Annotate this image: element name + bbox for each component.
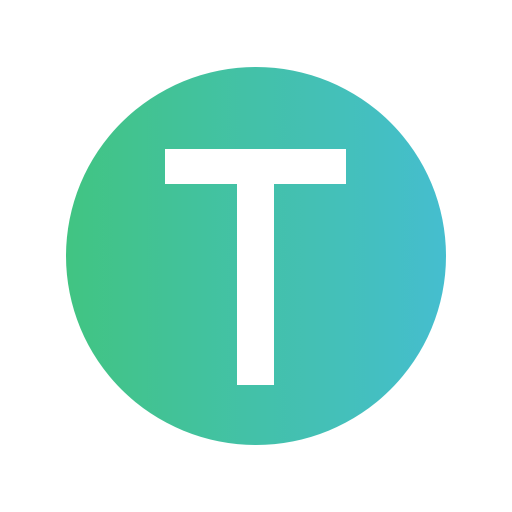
logo-svg xyxy=(66,67,446,445)
logo-icon xyxy=(66,67,446,445)
letter-t-stem xyxy=(237,149,274,385)
app-icon-canvas xyxy=(0,0,512,512)
